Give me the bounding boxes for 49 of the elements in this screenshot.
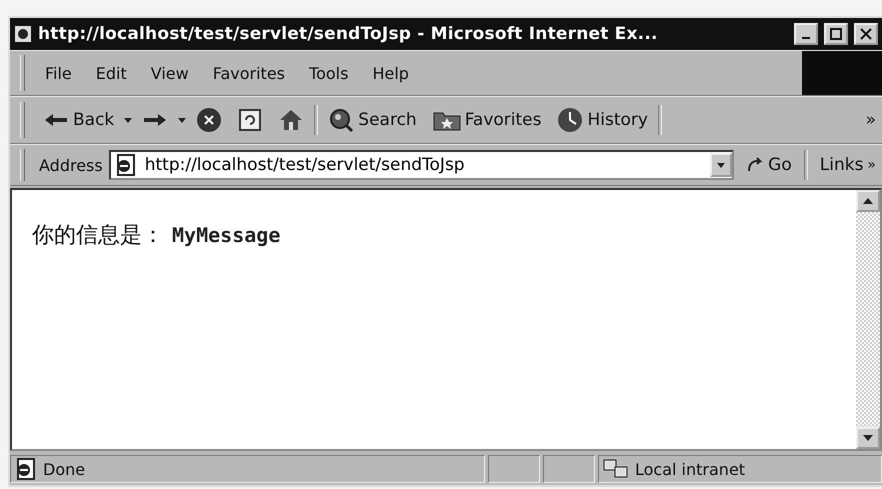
minimize-button[interactable] xyxy=(794,23,818,45)
more-button[interactable]: » xyxy=(860,108,882,132)
menu-item[interactable]: Favorites xyxy=(200,64,298,82)
zone-text: Local intranet xyxy=(635,460,746,478)
go-button[interactable]: Go xyxy=(740,153,798,177)
right-arrow-icon xyxy=(142,112,168,128)
status-pane xyxy=(543,455,595,483)
scroll-down-button[interactable] xyxy=(856,427,880,449)
caret-icon xyxy=(178,118,186,122)
page-icon xyxy=(114,154,137,176)
menu-item[interactable]: View xyxy=(138,64,201,82)
stop-icon xyxy=(196,107,222,133)
left-arrow-icon xyxy=(43,112,69,128)
back-button[interactable]: Back xyxy=(37,108,120,132)
network-icon xyxy=(603,458,629,480)
clock-icon xyxy=(557,107,584,133)
up-arrow-icon xyxy=(863,198,873,204)
search-icon xyxy=(328,107,354,133)
search-button[interactable]: Search xyxy=(322,105,423,135)
refresh-icon xyxy=(238,108,262,132)
message-label: 你的信息是： xyxy=(32,222,164,250)
menu-item[interactable]: File xyxy=(33,64,84,82)
favorites-button[interactable]: Favorites xyxy=(426,107,548,133)
curved-arrow-icon xyxy=(746,156,764,174)
menu-item[interactable]: Tools xyxy=(297,64,360,82)
menu-item[interactable]: Help xyxy=(360,64,421,82)
close-icon xyxy=(860,28,872,40)
window-title: http://localhost/test/servlet/sendToJsp - Microsoft Internet Ex... xyxy=(38,24,659,44)
house-icon xyxy=(278,108,304,132)
history-button[interactable]: History xyxy=(551,105,654,135)
app-icon xyxy=(14,25,32,43)
scroll-up-button[interactable] xyxy=(856,190,880,212)
status-pane xyxy=(488,455,540,483)
maximize-button[interactable] xyxy=(824,23,848,45)
maximize-icon xyxy=(830,28,842,40)
caret-icon xyxy=(717,162,726,168)
address-field[interactable]: http://localhost/test/servlet/sendToJsp xyxy=(108,150,734,180)
minimize-icon xyxy=(802,37,810,39)
page-icon xyxy=(15,458,37,480)
links-button[interactable]: Links » xyxy=(814,153,882,177)
dropdown-button[interactable] xyxy=(710,153,732,177)
caret-icon xyxy=(124,118,132,122)
more-icon: » xyxy=(867,157,876,173)
down-arrow-icon xyxy=(863,435,873,441)
menu-item[interactable]: Edit xyxy=(84,64,139,82)
message-value: MyMessage xyxy=(172,223,280,247)
close-button[interactable] xyxy=(854,23,878,45)
status-text: Done xyxy=(43,460,86,478)
address-label: Address xyxy=(39,156,103,174)
